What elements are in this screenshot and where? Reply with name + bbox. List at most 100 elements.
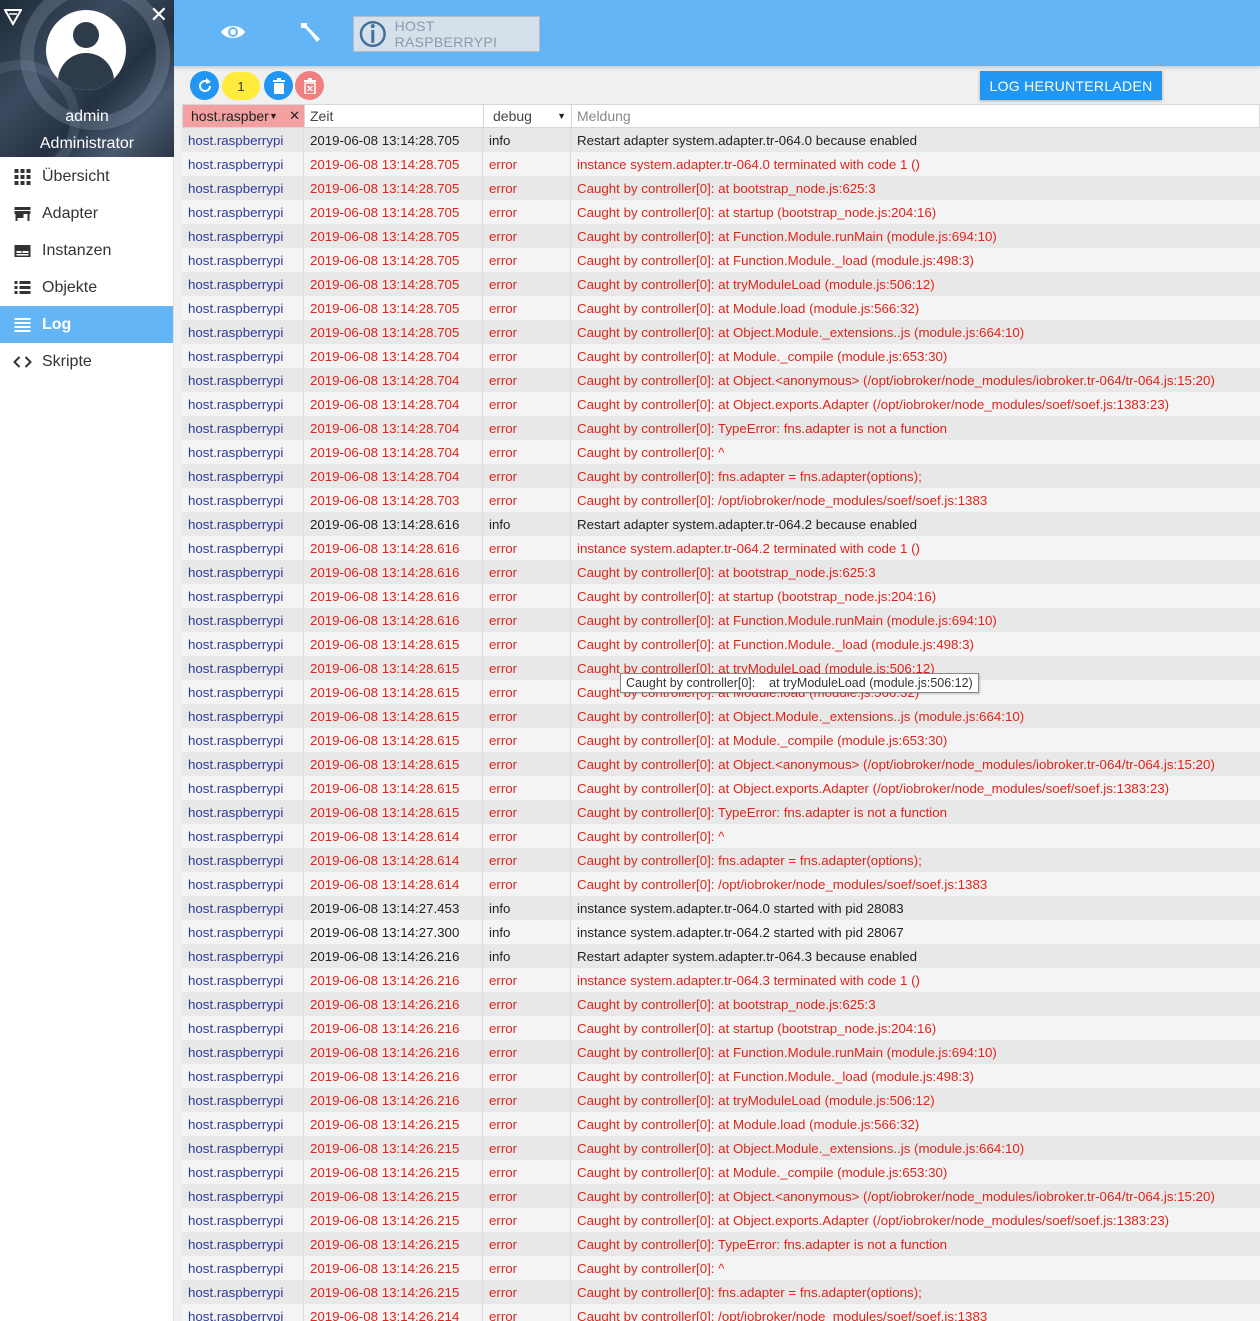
table-row[interactable]: host.raspberrypi 2019-06-08 13:14:28.704 e… (182, 392, 1260, 416)
row-time: 2019-06-08 13:14:26.215 (304, 1280, 483, 1304)
count-badge[interactable]: 1 (222, 72, 260, 100)
source-filter-select[interactable]: host.raspber ▼ ✕ (183, 105, 305, 127)
table-row[interactable]: host.raspberrypi 2019-06-08 13:14:28.704 e… (182, 464, 1260, 488)
table-row[interactable]: host.raspberrypi 2019-06-08 13:14:26.215 e… (182, 1280, 1260, 1304)
row-severity: error (483, 224, 571, 248)
row-message: Caught by controller[0]: at Module.load … (577, 1116, 920, 1132)
sidebar-item-label: Skripte (42, 352, 92, 370)
delete-all-logs-button[interactable] (295, 71, 324, 100)
table-row[interactable]: host.raspberrypi 2019-06-08 13:14:26.216 e… (182, 1064, 1260, 1088)
table-row[interactable]: host.raspberrypi 2019-06-08 13:14:28.703 e… (182, 488, 1260, 512)
table-row[interactable]: host.raspberrypi 2019-06-08 13:14:26.216 e… (182, 1088, 1260, 1112)
table-row[interactable]: host.raspberrypi 2019-06-08 13:14:28.616 e… (182, 608, 1260, 632)
row-message: Caught by controller[0]: at Object.expor… (577, 1212, 1170, 1228)
row-source: host.raspberrypi (182, 1208, 304, 1232)
row-message: instance system.adapter.tr-064.0 termina… (577, 156, 920, 172)
table-row[interactable]: host.raspberrypi 2019-06-08 13:14:28.615 e… (182, 752, 1260, 776)
host-label: HOST RASPBERRYPI (394, 18, 498, 50)
table-row[interactable]: host.raspberrypi 2019-06-08 13:14:27.300 i… (182, 920, 1260, 944)
row-message: Caught by controller[0]: at Function.Mod… (577, 1044, 997, 1060)
table-row[interactable]: host.raspberrypi 2019-06-08 13:14:28.614 e… (182, 872, 1260, 896)
row-time: 2019-06-08 13:14:28.615 (304, 680, 483, 704)
table-row[interactable]: host.raspberrypi 2019-06-08 13:14:28.705 i… (182, 128, 1260, 152)
table-row[interactable]: host.raspberrypi 2019-06-08 13:14:28.614 e… (182, 824, 1260, 848)
table-row[interactable]: host.raspberrypi 2019-06-08 13:14:28.616 e… (182, 584, 1260, 608)
table-row[interactable]: host.raspberrypi 2019-06-08 13:14:26.216 e… (182, 992, 1260, 1016)
table-row[interactable]: host.raspberrypi 2019-06-08 13:14:26.215 e… (182, 1136, 1260, 1160)
table-row[interactable]: host.raspberrypi 2019-06-08 13:14:28.616 e… (182, 536, 1260, 560)
row-severity: error (483, 248, 571, 272)
table-row[interactable]: host.raspberrypi 2019-06-08 13:14:28.705 e… (182, 320, 1260, 344)
severity-filter-select[interactable]: debug ▼ (484, 105, 572, 127)
sidebar-item-adapter[interactable]: Adapter (0, 195, 173, 232)
table-row[interactable]: host.raspberrypi 2019-06-08 13:14:26.216 e… (182, 1016, 1260, 1040)
table-row[interactable]: host.raspberrypi 2019-06-08 13:14:28.705 e… (182, 224, 1260, 248)
sidebar-item-uebersicht[interactable]: Übersicht (0, 158, 173, 195)
table-row[interactable]: host.raspberrypi 2019-06-08 13:14:26.216 e… (182, 968, 1260, 992)
row-time: 2019-06-08 13:14:26.215 (304, 1256, 483, 1280)
table-row[interactable]: host.raspberrypi 2019-06-08 13:14:28.704 e… (182, 416, 1260, 440)
refresh-icon (198, 77, 211, 92)
table-row[interactable]: host.raspberrypi 2019-06-08 13:14:28.705 e… (182, 272, 1260, 296)
wrench-icon[interactable] (296, 18, 324, 46)
table-row[interactable]: host.raspberrypi 2019-06-08 13:14:26.215 e… (182, 1208, 1260, 1232)
sidebar-item-log[interactable]: Log (0, 306, 173, 343)
avatar (46, 10, 126, 90)
eye-icon[interactable] (219, 18, 247, 46)
table-row[interactable]: host.raspberrypi 2019-06-08 13:14:28.614 e… (182, 848, 1260, 872)
table-row[interactable]: host.raspberrypi 2019-06-08 13:14:26.216 i… (182, 944, 1260, 968)
download-log-button[interactable]: LOG HERUNTERLADEN (980, 71, 1162, 100)
sidebar-item-objekte[interactable]: Objekte (0, 269, 173, 306)
row-source: host.raspberrypi (182, 224, 304, 248)
table-row[interactable]: host.raspberrypi 2019-06-08 13:14:26.216 e… (182, 1040, 1260, 1064)
clear-filter-icon[interactable]: ✕ (289, 108, 300, 124)
table-row[interactable]: host.raspberrypi 2019-06-08 13:14:28.615 e… (182, 632, 1260, 656)
grid-icon (12, 168, 32, 186)
table-row[interactable]: host.raspberrypi 2019-06-08 13:14:26.214 e… (182, 1304, 1260, 1321)
row-time: 2019-06-08 13:14:26.216 (304, 944, 483, 968)
row-time: 2019-06-08 13:14:26.216 (304, 968, 483, 992)
table-row[interactable]: host.raspberrypi 2019-06-08 13:14:28.705 e… (182, 296, 1260, 320)
table-row[interactable]: host.raspberrypi 2019-06-08 13:14:28.705 e… (182, 176, 1260, 200)
table-row[interactable]: host.raspberrypi 2019-06-08 13:14:28.616 i… (182, 512, 1260, 536)
row-message: Caught by controller[0]: TypeError: fns.… (577, 1236, 948, 1252)
table-row[interactable]: host.raspberrypi 2019-06-08 13:14:26.215 e… (182, 1160, 1260, 1184)
message-filter-input[interactable]: Meldung (572, 105, 1259, 127)
row-source: host.raspberrypi (182, 368, 304, 392)
table-row[interactable]: host.raspberrypi 2019-06-08 13:14:28.704 e… (182, 344, 1260, 368)
row-severity: error (483, 1184, 571, 1208)
table-row[interactable]: host.raspberrypi 2019-06-08 13:14:28.616 e… (182, 560, 1260, 584)
table-row[interactable]: host.raspberrypi 2019-06-08 13:14:27.453 i… (182, 896, 1260, 920)
close-sidebar-icon[interactable]: ✕ (150, 4, 168, 26)
table-row[interactable]: host.raspberrypi 2019-06-08 13:14:28.704 e… (182, 368, 1260, 392)
row-time: 2019-06-08 13:14:26.215 (304, 1136, 483, 1160)
table-row[interactable]: host.raspberrypi 2019-06-08 13:14:28.705 e… (182, 200, 1260, 224)
menu-triangle-icon[interactable] (4, 8, 22, 26)
table-row[interactable]: host.raspberrypi 2019-06-08 13:14:28.615 e… (182, 704, 1260, 728)
table-row[interactable]: host.raspberrypi 2019-06-08 13:14:26.215 e… (182, 1112, 1260, 1136)
sidebar-item-instanzen[interactable]: Instanzen (0, 232, 173, 269)
row-severity: error (483, 680, 571, 704)
row-time: 2019-06-08 13:14:26.215 (304, 1184, 483, 1208)
refresh-button[interactable] (190, 71, 219, 100)
table-row[interactable]: host.raspberrypi 2019-06-08 13:14:26.215 e… (182, 1256, 1260, 1280)
table-row[interactable]: host.raspberrypi 2019-06-08 13:14:28.705 e… (182, 152, 1260, 176)
row-severity: error (483, 1160, 571, 1184)
row-severity: error (483, 320, 571, 344)
row-message: Caught by controller[0]: at bootstrap_no… (577, 564, 876, 580)
delete-log-button[interactable] (264, 71, 293, 100)
table-row[interactable]: host.raspberrypi 2019-06-08 13:14:28.615 e… (182, 776, 1260, 800)
table-row[interactable]: host.raspberrypi 2019-06-08 13:14:28.615 e… (182, 800, 1260, 824)
table-row[interactable]: host.raspberrypi 2019-06-08 13:14:26.215 e… (182, 1232, 1260, 1256)
table-row[interactable]: host.raspberrypi 2019-06-08 13:14:26.215 e… (182, 1184, 1260, 1208)
host-selector-button[interactable]: HOST RASPBERRYPI (353, 16, 540, 52)
sidebar-item-skripte[interactable]: Skripte (0, 343, 173, 380)
sidebar-item-label: Adapter (42, 204, 99, 222)
row-severity: error (483, 1256, 571, 1280)
row-source: host.raspberrypi (182, 608, 304, 632)
table-row[interactable]: host.raspberrypi 2019-06-08 13:14:28.704 e… (182, 440, 1260, 464)
table-row[interactable]: host.raspberrypi 2019-06-08 13:14:28.705 e… (182, 248, 1260, 272)
row-time: 2019-06-08 13:14:28.705 (304, 248, 483, 272)
table-row[interactable]: host.raspberrypi 2019-06-08 13:14:28.615 e… (182, 728, 1260, 752)
row-message: Caught by controller[0]: at Object.Modul… (577, 324, 1025, 340)
